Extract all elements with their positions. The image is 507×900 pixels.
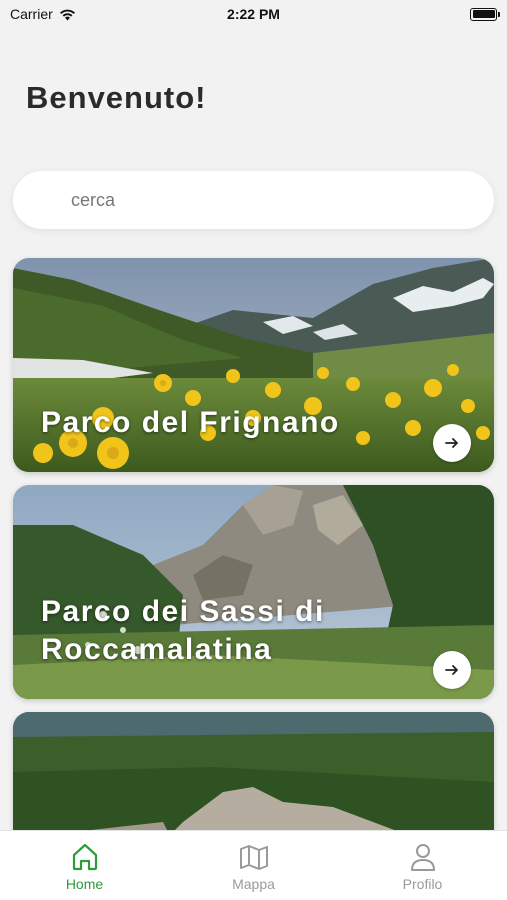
card-title: Parco del Frignano [41, 406, 340, 439]
status-bar: Carrier 2:22 PM [0, 0, 507, 28]
home-icon [72, 843, 97, 871]
tab-label: Mappa [232, 876, 275, 892]
arrow-right-icon [445, 665, 458, 675]
status-time: 2:22 PM [227, 6, 280, 22]
search-bar[interactable] [13, 171, 494, 229]
page-title: Benvenuto! [26, 80, 207, 115]
tab-bar: Home Mappa Profilo [0, 830, 507, 900]
tab-label: Profilo [402, 876, 443, 892]
battery-icon [470, 7, 500, 21]
profile-icon [410, 844, 435, 871]
map-icon [239, 845, 268, 870]
tab-profile[interactable]: Profilo [363, 841, 483, 892]
status-left: Carrier [10, 6, 76, 22]
park-card-frignano[interactable]: Parco del Frignano [13, 258, 494, 472]
search-input[interactable] [71, 189, 451, 211]
card-arrow-button[interactable] [433, 651, 471, 689]
tab-label: Home [65, 876, 104, 892]
tab-home[interactable]: Home [25, 841, 145, 892]
card-title: Parco dei Sassi di Roccamalatina [41, 595, 325, 666]
arrow-right-icon [445, 438, 458, 448]
park-card-roccamalatina[interactable]: Parco dei Sassi di Roccamalatina [13, 485, 494, 699]
card-arrow-button[interactable] [433, 424, 471, 462]
battery-level [472, 10, 495, 18]
carrier-label: Carrier [10, 6, 53, 22]
wifi-icon [59, 9, 75, 20]
home-screen: Carrier 2:22 PM Benvenuto! cerca Parco d… [0, 0, 507, 900]
tab-map[interactable]: Mappa [194, 841, 314, 892]
